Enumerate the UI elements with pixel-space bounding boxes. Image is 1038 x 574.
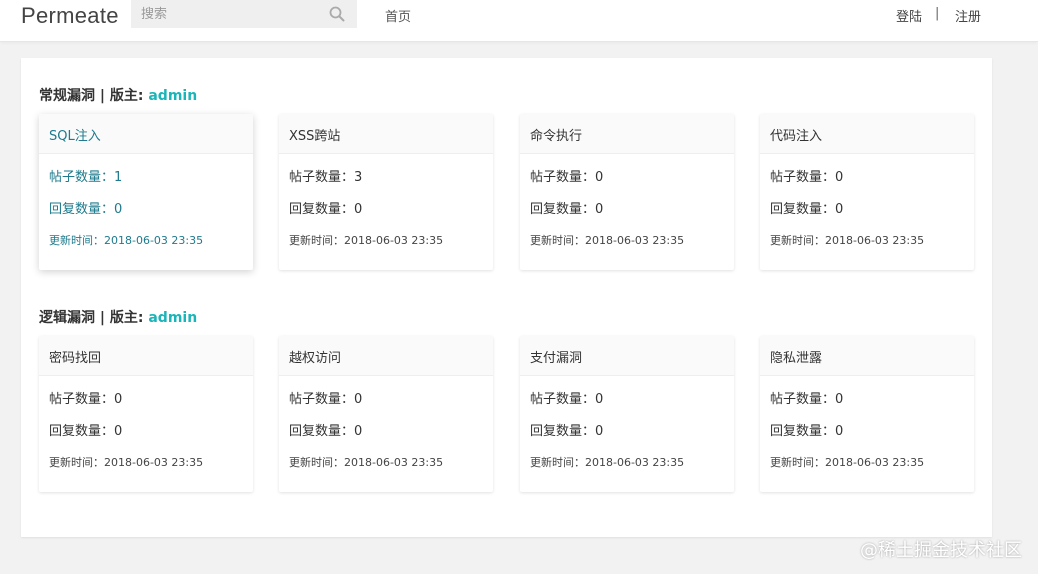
update-time: 更新时间：2018-06-03 23:35 [770,234,925,247]
update-time: 更新时间：2018-06-03 23:35 [49,456,204,469]
update-time: 更新时间：2018-06-03 23:35 [530,234,685,247]
register-link[interactable]: 注册 [955,6,981,25]
search-icon[interactable] [329,6,345,22]
reply-count: 回复数量：0 [49,202,123,217]
nav-home-link[interactable]: 首页 [385,6,411,25]
section-title-text: 常规漏洞 | 版主: [39,88,149,104]
board-card-title[interactable]: 代码注入 [760,114,974,154]
site-logo[interactable]: Permeate [21,3,119,29]
reply-count: 回复数量：0 [770,202,844,217]
top-navbar: Permeate 首页 登陆 | 注册 [0,0,1038,42]
post-count: 帖子数量：3 [289,170,363,185]
update-time: 更新时间：2018-06-03 23:35 [530,456,685,469]
update-time: 更新时间：2018-06-03 23:35 [289,234,444,247]
board-card-command-exec[interactable]: 命令执行 帖子数量：0 回复数量：0 更新时间：2018-06-03 23:35 [520,114,734,270]
section-title-text: 逻辑漏洞 | 版主: [39,310,149,326]
post-count: 帖子数量：1 [49,170,123,185]
watermark: @稀土掘金技术社区 [860,540,1022,561]
update-time: 更新时间：2018-06-03 23:35 [770,456,925,469]
board-card-privilege-escalation[interactable]: 越权访问 帖子数量：0 回复数量：0 更新时间：2018-06-03 23:35 [279,336,493,492]
reply-count: 回复数量：0 [530,202,604,217]
post-count: 帖子数量：0 [530,392,604,407]
board-card-code-injection[interactable]: 代码注入 帖子数量：0 回复数量：0 更新时间：2018-06-03 23:35 [760,114,974,270]
board-card-title[interactable]: 密码找回 [39,336,253,376]
reply-count: 回复数量：0 [530,424,604,439]
board-card-password-reset[interactable]: 密码找回 帖子数量：0 回复数量：0 更新时间：2018-06-03 23:35 [39,336,253,492]
board-card-title[interactable]: 命令执行 [520,114,734,154]
board-card-title[interactable]: SQL注入 [39,114,253,154]
moderator-link[interactable]: admin [148,310,197,326]
login-link[interactable]: 登陆 [896,6,922,25]
board-card-payment[interactable]: 支付漏洞 帖子数量：0 回复数量：0 更新时间：2018-06-03 23:35 [520,336,734,492]
board-card-xss[interactable]: XSS跨站 帖子数量：3 回复数量：0 更新时间：2018-06-03 23:3… [279,114,493,270]
update-time: 更新时间：2018-06-03 23:35 [49,234,204,247]
section-title-regular: 常规漏洞 | 版主: admin [39,85,197,105]
board-card-privacy-leak[interactable]: 隐私泄露 帖子数量：0 回复数量：0 更新时间：2018-06-03 23:35 [760,336,974,492]
post-count: 帖子数量：0 [770,170,844,185]
board-card-title[interactable]: 隐私泄露 [760,336,974,376]
post-count: 帖子数量：0 [530,170,604,185]
board-card-title[interactable]: XSS跨站 [279,114,493,154]
nav-separator: | [935,6,940,21]
forum-panel: 常规漏洞 | 版主: admin SQL注入 帖子数量：1 回复数量：0 更新时… [21,58,992,537]
board-card-title[interactable]: 越权访问 [279,336,493,376]
section-title-logic: 逻辑漏洞 | 版主: admin [39,307,197,327]
search-input[interactable] [131,0,321,28]
reply-count: 回复数量：0 [289,202,363,217]
update-time: 更新时间：2018-06-03 23:35 [289,456,444,469]
moderator-link[interactable]: admin [148,88,197,104]
post-count: 帖子数量：0 [49,392,123,407]
reply-count: 回复数量：0 [770,424,844,439]
board-card-title[interactable]: 支付漏洞 [520,336,734,376]
post-count: 帖子数量：0 [289,392,363,407]
reply-count: 回复数量：0 [49,424,123,439]
reply-count: 回复数量：0 [289,424,363,439]
search-box [131,0,357,28]
post-count: 帖子数量：0 [770,392,844,407]
board-card-sql-injection[interactable]: SQL注入 帖子数量：1 回复数量：0 更新时间：2018-06-03 23:3… [39,114,253,270]
